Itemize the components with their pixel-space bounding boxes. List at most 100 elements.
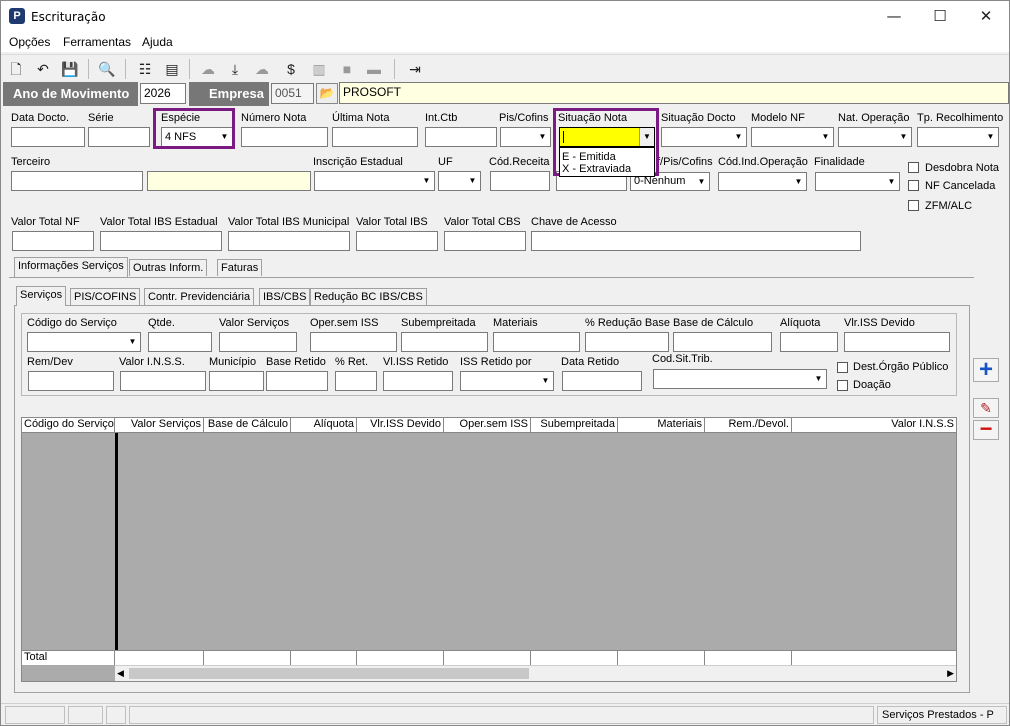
especie-select[interactable]: 4 NFS ▼ (161, 127, 233, 147)
cod-receita-input[interactable] (490, 171, 550, 191)
chevron-down-icon[interactable]: ▼ (983, 128, 998, 146)
valor-ibs-estadual-input[interactable] (100, 231, 222, 251)
chave-acesso-input[interactable] (531, 231, 861, 251)
report-icon[interactable]: ▤ (162, 59, 182, 79)
uf-select[interactable]: ▼ (438, 171, 481, 191)
base-retido-input[interactable] (266, 371, 328, 391)
scroll-left-icon[interactable]: ◀ (117, 668, 124, 679)
tab-pis-cofins[interactable]: PIS/COFINS (70, 288, 141, 305)
aliquota-input[interactable] (780, 332, 838, 352)
chevron-down-icon[interactable]: ▼ (639, 128, 654, 146)
data-retido-input[interactable] (562, 371, 642, 391)
add-icon[interactable]: + (973, 358, 999, 382)
reducao-base-input[interactable] (585, 332, 669, 352)
valor-inss-input[interactable] (120, 371, 206, 391)
cod-servico-select[interactable]: ▼ (27, 332, 141, 352)
chevron-down-icon[interactable]: ▼ (217, 128, 232, 146)
cod-ind-operacao-select[interactable]: ▼ (718, 172, 807, 191)
chevron-down-icon[interactable]: ▼ (419, 172, 434, 190)
vl-iss-retido-input[interactable] (383, 371, 453, 391)
modelo-nf-select[interactable]: ▼ (751, 127, 834, 147)
chevron-down-icon[interactable]: ▼ (535, 128, 550, 146)
chevron-down-icon[interactable]: ▼ (731, 128, 746, 146)
menu-opcoes[interactable]: Opções (9, 35, 50, 49)
col-aliquota[interactable]: Alíquota (291, 418, 357, 432)
finalidade-select[interactable]: ▼ (815, 172, 900, 191)
tree-icon[interactable]: ☷ (135, 59, 155, 79)
numero-nota-input[interactable] (241, 127, 328, 147)
col-base-calculo[interactable]: Base de Cálculo (204, 418, 291, 432)
situacao-docto-select[interactable]: ▼ (661, 127, 747, 147)
exit-icon[interactable]: ⇥ (405, 59, 425, 79)
nf-cancelada-checkbox[interactable] (908, 180, 919, 191)
chevron-down-icon[interactable]: ▼ (811, 370, 826, 388)
cloud2-icon[interactable]: ☁ (252, 59, 272, 79)
situacao-nota-select[interactable]: ▼ (559, 127, 655, 147)
tab-reducao-bc[interactable]: Redução BC IBS/CBS (310, 288, 427, 305)
ano-input[interactable]: 2026 (140, 83, 186, 104)
subempreitada-input[interactable] (401, 332, 488, 352)
option-emitida[interactable]: E - Emitida (562, 151, 616, 163)
close-button[interactable]: ✕ (963, 1, 1009, 32)
folder-icon[interactable]: 📂 (316, 83, 338, 104)
col-subempreitada[interactable]: Subempreitada (531, 418, 618, 432)
oper-sem-iss-input[interactable] (310, 332, 397, 352)
maximize-button[interactable]: ☐ (917, 1, 963, 32)
col-valor-inss[interactable]: Valor I.N.S.S (792, 418, 956, 432)
tab-informacoes-servicos[interactable]: Informações Serviços (14, 257, 128, 277)
valor-ibs-input[interactable] (356, 231, 438, 251)
data-docto-input[interactable] (11, 127, 85, 147)
remove-icon[interactable]: − (973, 418, 999, 440)
chevron-down-icon[interactable]: ▼ (694, 173, 709, 190)
col-rem-devol[interactable]: Rem./Devol. (705, 418, 792, 432)
scroll-thumb[interactable] (129, 668, 529, 679)
valor-cbs-input[interactable] (444, 231, 526, 251)
rem-dev-input[interactable] (28, 371, 114, 391)
minimize-button[interactable]: — (871, 1, 917, 32)
chevron-down-icon[interactable]: ▼ (538, 372, 553, 390)
chevron-down-icon[interactable]: ▼ (465, 172, 480, 190)
cod-sit-trib-select[interactable]: ▼ (653, 369, 827, 389)
panel-icon[interactable]: ▥ (309, 59, 329, 79)
edit-icon[interactable]: ✎ (973, 398, 999, 418)
valor-ibs-municipal-input[interactable] (228, 231, 350, 251)
col-oper-sem-iss[interactable]: Oper.sem ISS (444, 418, 531, 432)
tab-faturas[interactable]: Faturas (217, 259, 263, 276)
int-ctb-input[interactable] (425, 127, 497, 147)
option-extraviada[interactable]: X - Extraviada (562, 163, 631, 175)
terceiro-input[interactable] (11, 171, 143, 191)
new-icon[interactable]: 🗋 (6, 59, 26, 79)
desdobra-checkbox[interactable] (908, 162, 919, 173)
pis-cofins-select[interactable]: ▼ (500, 127, 551, 147)
valor-servicos-input[interactable] (219, 332, 297, 352)
zfm-checkbox[interactable] (908, 200, 919, 211)
cloud-icon[interactable]: ☁ (198, 59, 218, 79)
chevron-down-icon[interactable]: ▼ (791, 173, 806, 190)
tab-servicos[interactable]: Serviços (16, 286, 67, 306)
col-vlr-iss-devido[interactable]: Vlr.ISS Devido (357, 418, 444, 432)
tab-contr-previdenciaria[interactable]: Contr. Previdenciária (144, 288, 255, 305)
col-cod-servico[interactable]: Código do Serviço (22, 418, 115, 432)
col-materiais[interactable]: Materiais (618, 418, 705, 432)
save-icon[interactable]: 💾 (60, 59, 80, 79)
municipio-input[interactable] (209, 371, 264, 391)
tp-recolhimento-select[interactable]: ▼ (917, 127, 999, 147)
dest-orgao-checkbox[interactable] (837, 362, 848, 373)
money-icon[interactable]: $ (281, 59, 301, 79)
grid-horizontal-scrollbar[interactable]: ◀ ▶ (115, 665, 956, 681)
tab-ibs-cbs[interactable]: IBS/CBS (259, 288, 311, 305)
valor-total-nf-input[interactable] (12, 231, 94, 251)
scroll-right-icon[interactable]: ▶ (947, 668, 954, 679)
base-calculo-input[interactable] (673, 332, 772, 352)
chevron-down-icon[interactable]: ▼ (884, 173, 899, 190)
tab-outras-inform[interactable]: Outras Inform. (129, 259, 208, 276)
menu-ferramentas[interactable]: Ferramentas (63, 35, 131, 49)
chevron-down-icon[interactable]: ▼ (896, 128, 911, 146)
materiais-input[interactable] (493, 332, 580, 352)
inscricao-estadual-select[interactable]: ▼ (314, 171, 435, 191)
col-valor-servicos[interactable]: Valor Serviços (115, 418, 204, 432)
block-icon[interactable]: ■ (337, 59, 357, 79)
ultima-nota-input[interactable] (332, 127, 418, 147)
servicos-grid[interactable]: Código do Serviço Valor Serviços Base de… (21, 417, 957, 682)
undo-icon[interactable]: ↶ (33, 59, 53, 79)
